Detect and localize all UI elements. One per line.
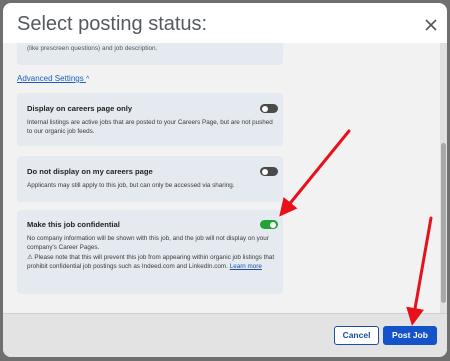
toggle-knob	[262, 168, 268, 175]
option-card-confidential: Make this job confidential No company in…	[17, 210, 283, 294]
option-description: No company information will be shown wit…	[27, 235, 269, 251]
scrollbar-thumb[interactable]	[441, 143, 446, 303]
option-warning: ⚠ Please note that this will prevent thi…	[27, 254, 275, 271]
chevron-up-icon: ^	[85, 76, 90, 83]
option-title: Do not display on my careers page	[27, 167, 153, 176]
dialog-title: Select posting status:	[17, 13, 208, 35]
dialog-footer: Cancel Post Job	[3, 313, 447, 357]
scrollbar[interactable]	[440, 43, 447, 313]
cancel-button[interactable]: Cancel	[334, 326, 379, 345]
option-title: Make this job confidential	[27, 220, 120, 229]
learn-more-link[interactable]: Learn more	[230, 263, 262, 270]
option-description: Internal listings are active jobs that a…	[27, 119, 273, 135]
toggle-confidential[interactable]	[260, 220, 278, 229]
toggle-knob	[262, 105, 268, 112]
close-icon[interactable]	[421, 15, 441, 35]
advanced-settings-label: Advanced Settings	[17, 74, 84, 83]
dialog-body: (like prescreen questions) and job descr…	[3, 43, 447, 313]
toggle-not-careers[interactable]	[260, 167, 278, 176]
description-card: (like prescreen questions) and job descr…	[17, 43, 283, 65]
toggle-knob	[270, 221, 276, 228]
option-card-careers-only: Display on careers page only Internal li…	[17, 93, 283, 146]
option-description: Applicants may still apply to this job, …	[27, 182, 235, 189]
dialog-header: Select posting status:	[3, 3, 447, 47]
posting-status-dialog: Select posting status: (like prescreen q…	[3, 3, 447, 357]
advanced-settings-link[interactable]: Advanced Settings ^	[17, 74, 89, 83]
post-job-button[interactable]: Post Job	[383, 326, 437, 345]
toggle-careers-only[interactable]	[260, 104, 278, 113]
description-card-text: (like prescreen questions) and job descr…	[27, 45, 158, 52]
option-card-not-careers: Do not display on my careers page Applic…	[17, 156, 283, 202]
option-title: Display on careers page only	[27, 104, 133, 113]
